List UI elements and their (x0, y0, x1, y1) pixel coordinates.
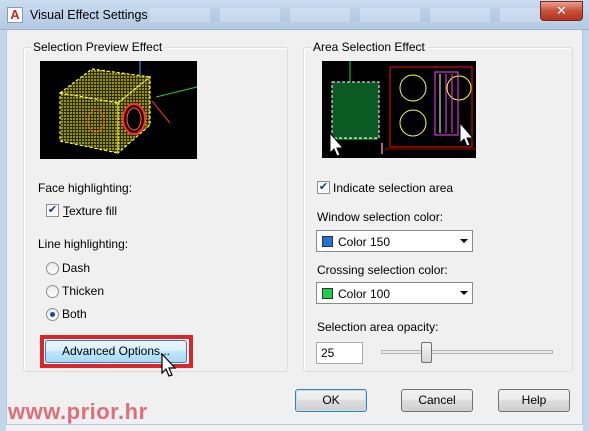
help-button[interactable]: Help (498, 389, 570, 412)
preview-cube-drawing (58, 61, 197, 155)
chevron-down-icon (460, 239, 468, 243)
both-radio[interactable] (46, 308, 59, 321)
area-selection-legend: Area Selection Effect (310, 40, 428, 54)
title-bar-background-ghost (150, 8, 550, 22)
indicate-selection-area-label[interactable]: Indicate selection area (333, 181, 453, 195)
both-label[interactable]: Both (62, 307, 87, 321)
opacity-slider-track[interactable] (381, 350, 553, 354)
area-selection-drawing (329, 61, 476, 157)
cancel-button[interactable]: Cancel (401, 389, 473, 412)
thicken-label[interactable]: Thicken (62, 284, 104, 298)
window-selection-color-label: Window selection color: (317, 210, 444, 224)
chevron-down-icon (460, 291, 468, 295)
mouse-pointer-icon (161, 353, 177, 377)
face-highlighting-label: Face highlighting: (38, 181, 133, 195)
watermark-text: www.prior.hr (8, 399, 148, 424)
selection-preview-legend: Selection Preview Effect (30, 40, 166, 54)
autocad-app-icon: A (7, 7, 23, 23)
checkmark-icon: ✔ (47, 204, 58, 216)
dash-label[interactable]: Dash (62, 261, 90, 275)
ok-button[interactable]: OK (295, 389, 367, 412)
window-frame-right (583, 30, 589, 431)
indicate-selection-area-checkbox[interactable]: ✔ (317, 181, 330, 194)
checkmark-icon: ✔ (318, 181, 329, 193)
close-icon: ✕ (556, 3, 567, 18)
texture-fill-label[interactable]: Texture fill (63, 204, 117, 218)
title-bar[interactable]: A Visual Effect Settings ✕ (0, 0, 589, 30)
window-title: Visual Effect Settings (30, 8, 148, 22)
dash-radio[interactable] (46, 262, 59, 275)
window-color-value: Color 150 (338, 235, 391, 249)
opacity-input[interactable] (316, 342, 363, 364)
crossing-selection-color-label: Crossing selection color: (317, 263, 448, 277)
area-selection-preview-image (322, 61, 476, 158)
thicken-radio[interactable] (46, 285, 59, 298)
crossing-selection-color-dropdown[interactable]: Color 100 (316, 282, 473, 304)
crossing-color-value: Color 100 (338, 287, 391, 301)
window-color-swatch (322, 236, 333, 247)
selection-preview-image (40, 61, 197, 159)
opacity-slider-thumb[interactable] (421, 342, 433, 363)
selection-area-opacity-label: Selection area opacity: (317, 320, 439, 334)
line-highlighting-label: Line highlighting: (38, 237, 129, 251)
crossing-color-swatch (322, 288, 333, 299)
texture-fill-checkbox[interactable]: ✔ (46, 204, 59, 217)
close-button[interactable]: ✕ (540, 1, 583, 21)
window-selection-color-dropdown[interactable]: Color 150 (316, 230, 473, 252)
